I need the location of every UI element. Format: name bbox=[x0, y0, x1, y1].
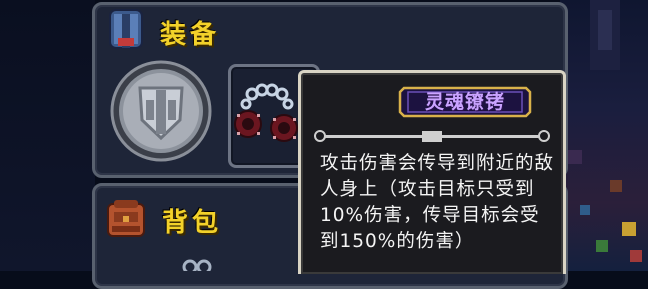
equipment-title: 装备 bbox=[160, 20, 221, 50]
backpack-icon bbox=[107, 200, 145, 237]
soul-shackles-icon bbox=[234, 83, 298, 142]
armor-slot[interactable] bbox=[110, 60, 212, 162]
tooltip-divider bbox=[314, 130, 550, 142]
bag-item-chain-icon[interactable] bbox=[178, 255, 218, 271]
background-decor bbox=[568, 0, 642, 262]
bag-title: 背包 bbox=[162, 208, 223, 238]
item-description: 攻击伤害会传导到附近的敌人身上（攻击目标只受到10%伤害，传导目标会受到150%… bbox=[320, 153, 555, 252]
helmet-icon bbox=[109, 9, 143, 49]
item-name: 灵魂镣铐 bbox=[424, 91, 505, 113]
background-left bbox=[0, 0, 95, 271]
